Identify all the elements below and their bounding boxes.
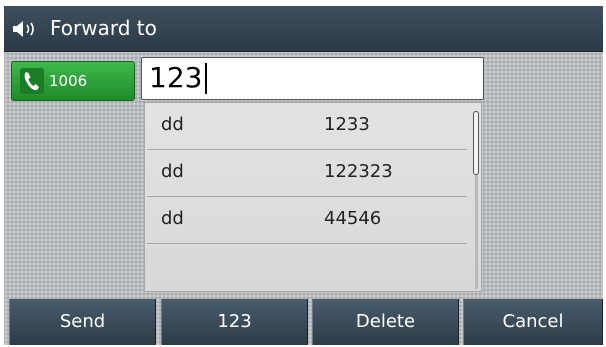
input-mode-softkey[interactable]: 123 (161, 299, 308, 345)
forward-number-input[interactable]: 123 (141, 57, 484, 100)
contact-number: 44546 (324, 208, 382, 229)
scrollbar[interactable] (473, 111, 479, 289)
phone-handset-icon (20, 68, 44, 94)
suggestion-list: dd 1233 dd 122323 dd 44546 (144, 102, 482, 292)
contact-name: dd (161, 208, 184, 229)
input-value: 123 (149, 61, 203, 94)
scroll-thumb[interactable] (473, 111, 479, 175)
delete-softkey[interactable]: Delete (312, 299, 459, 345)
title-bar: Forward to (4, 6, 603, 52)
phone-screen: Forward to 1006 123 dd 1233 dd 122323 dd… (4, 6, 603, 345)
send-softkey[interactable]: Send (9, 299, 156, 345)
suggestion-item[interactable]: dd 44546 (147, 197, 467, 244)
suggestion-item[interactable]: dd 122323 (147, 150, 467, 197)
text-cursor (205, 63, 207, 94)
page-title: Forward to (50, 16, 157, 40)
speaker-volume-icon (13, 21, 34, 37)
suggestion-item[interactable]: dd 1233 (147, 103, 467, 150)
contact-name: dd (161, 161, 184, 182)
contact-number: 122323 (324, 161, 393, 182)
contact-name: dd (161, 114, 184, 135)
softkey-bar: Send 123 Delete Cancel (4, 299, 603, 345)
line-label: 1006 (49, 72, 88, 90)
line-key-button[interactable]: 1006 (11, 61, 135, 101)
contact-number: 1233 (324, 114, 370, 135)
cancel-softkey[interactable]: Cancel (463, 299, 603, 345)
